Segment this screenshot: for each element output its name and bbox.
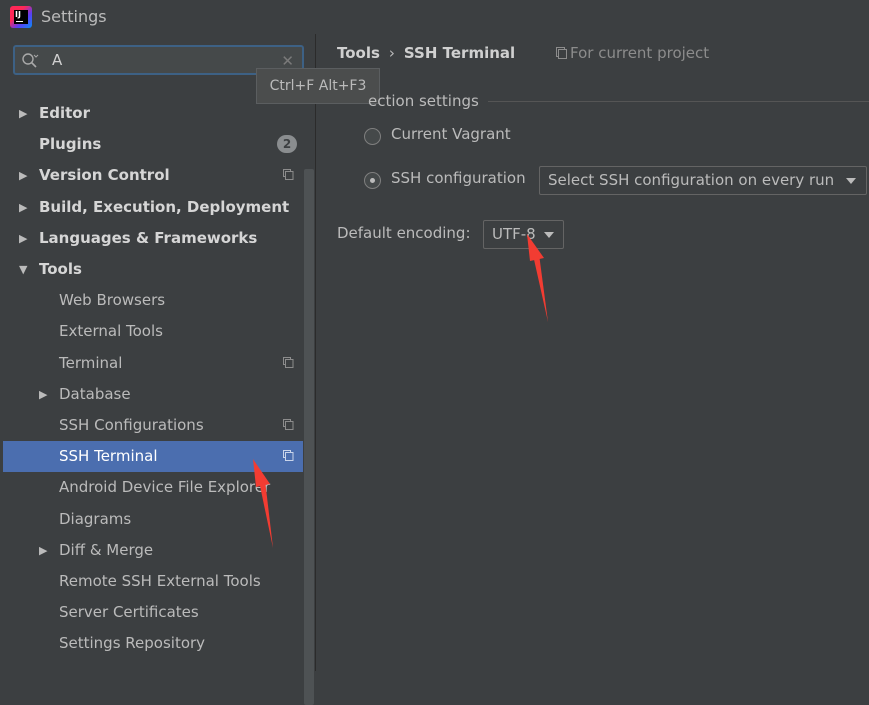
tree-item-label: Version Control bbox=[39, 166, 170, 185]
tree-item-label: Diff & Merge bbox=[59, 540, 154, 559]
default-encoding-select[interactable]: UTF-8 bbox=[483, 220, 564, 249]
ssh-configuration-select[interactable]: Select SSH configuration on every run bbox=[539, 166, 867, 195]
tree-item-database[interactable]: ▶ Database bbox=[3, 379, 303, 410]
current-vagrant-label[interactable]: Current Vagrant bbox=[391, 125, 511, 143]
tree-item-label: Editor bbox=[39, 104, 90, 122]
expand-down-icon[interactable]: ▼ bbox=[19, 254, 27, 285]
tree-item-web-browsers[interactable]: Web Browsers bbox=[3, 285, 303, 316]
expand-right-icon[interactable]: ▶ bbox=[19, 160, 27, 191]
scope-indicator: For current project bbox=[556, 44, 709, 62]
tree-item-diagrams[interactable]: Diagrams bbox=[3, 504, 303, 535]
search-icon[interactable] bbox=[21, 52, 39, 70]
chevron-down-icon bbox=[846, 178, 856, 184]
default-encoding-value: UTF-8 bbox=[492, 225, 536, 243]
tree-item-label: Settings Repository bbox=[59, 634, 206, 653]
intellij-logo-icon: IJ bbox=[10, 6, 32, 28]
project-scope-icon bbox=[556, 47, 567, 59]
tree-item-label: Remote SSH External Tools bbox=[59, 572, 261, 590]
tree-item-label: Database bbox=[59, 384, 131, 403]
tree-item-ssh-terminal[interactable]: SSH Terminal bbox=[3, 441, 303, 473]
tree-item-external-tools[interactable]: External Tools bbox=[3, 316, 303, 347]
breadcrumb-parent[interactable]: Tools bbox=[337, 44, 380, 62]
project-scope-icon bbox=[283, 419, 294, 430]
expand-right-icon[interactable]: ▶ bbox=[19, 98, 27, 129]
update-count-badge: 2 bbox=[277, 135, 297, 154]
tree-item-version-control[interactable]: ▶ Version Control bbox=[3, 160, 303, 191]
expand-right-icon[interactable]: ▶ bbox=[39, 379, 47, 410]
scope-label: For current project bbox=[570, 44, 710, 62]
tree-item-build-execution-deployment[interactable]: ▶ Build, Execution, Deployment bbox=[3, 192, 303, 223]
tree-item-label: Plugins bbox=[39, 135, 102, 154]
tree-item-languages-frameworks[interactable]: ▶ Languages & Frameworks bbox=[3, 223, 303, 254]
connection-settings-title: ection settings bbox=[368, 92, 479, 110]
tree-item-tools[interactable]: ▼ Tools bbox=[3, 254, 303, 285]
expand-right-icon[interactable]: ▶ bbox=[19, 192, 27, 223]
search-input-value: A bbox=[52, 51, 63, 69]
tree-item-label: Android Device File Explorer bbox=[59, 478, 271, 497]
section-separator bbox=[488, 101, 869, 102]
project-scope-icon bbox=[283, 169, 294, 181]
tree-item-label: Tools bbox=[39, 260, 82, 278]
tree-item-terminal[interactable]: Terminal bbox=[3, 348, 303, 379]
window-title: Settings bbox=[41, 7, 107, 26]
breadcrumb-current: SSH Terminal bbox=[403, 44, 516, 62]
settings-tree: ▶ Editor Plugins 2 ▶ Version Control ▶ Build, E… bbox=[3, 86, 315, 671]
ssh-configuration-radio[interactable] bbox=[364, 172, 381, 189]
project-scope-icon bbox=[283, 356, 294, 368]
breadcrumb-separator: › bbox=[388, 44, 395, 62]
tree-item-label: External Tools bbox=[59, 322, 163, 341]
sidebar-scrollbar[interactable] bbox=[304, 169, 314, 705]
breadcrumb: Tools › SSH Terminal bbox=[337, 44, 515, 62]
tree-item-android-device-file-explorer[interactable]: Android Device File Explorer bbox=[3, 472, 303, 503]
tree-item-label: Web Browsers bbox=[59, 291, 166, 310]
expand-right-icon[interactable]: ▶ bbox=[19, 223, 27, 254]
tree-item-plugins[interactable]: Plugins 2 bbox=[3, 129, 303, 160]
tree-item-label: SSH Configurations bbox=[59, 416, 204, 434]
tree-item-label: Server Certificates bbox=[59, 603, 199, 622]
tree-item-label: SSH Terminal bbox=[59, 447, 158, 466]
tree-item-label: Build, Execution, Deployment bbox=[39, 197, 290, 216]
tree-item-remote-ssh-external-tools[interactable]: Remote SSH External Tools bbox=[3, 566, 303, 597]
tree-item-label: Diagrams bbox=[59, 509, 132, 528]
settings-content: Tools › SSH Terminal For current project e… bbox=[316, 34, 869, 671]
tree-item-label: Languages & Frameworks bbox=[39, 228, 258, 247]
default-encoding-label: Default encoding: bbox=[337, 224, 471, 242]
tree-item-diff-merge[interactable]: ▶ Diff & Merge bbox=[3, 535, 303, 566]
title-bar: IJ Settings bbox=[0, 0, 869, 34]
expand-right-icon[interactable]: ▶ bbox=[39, 535, 47, 566]
tree-item-settings-repository[interactable]: Settings Repository bbox=[3, 628, 303, 659]
current-vagrant-radio[interactable] bbox=[364, 128, 381, 145]
tree-item-server-certificates[interactable]: Server Certificates bbox=[3, 597, 303, 628]
project-scope-icon bbox=[283, 450, 294, 462]
chevron-down-icon bbox=[544, 232, 554, 238]
tree-item-label: Terminal bbox=[59, 353, 123, 372]
settings-sidebar: A ✕ ▶ Editor Plugins 2 ▶ Version Control ▶ Buil… bbox=[0, 34, 315, 705]
ssh-configuration-label[interactable]: SSH configuration bbox=[391, 169, 526, 187]
ssh-configuration-select-value: Select SSH configuration on every run bbox=[548, 171, 835, 189]
tree-item-ssh-configurations[interactable]: SSH Configurations bbox=[3, 410, 303, 441]
